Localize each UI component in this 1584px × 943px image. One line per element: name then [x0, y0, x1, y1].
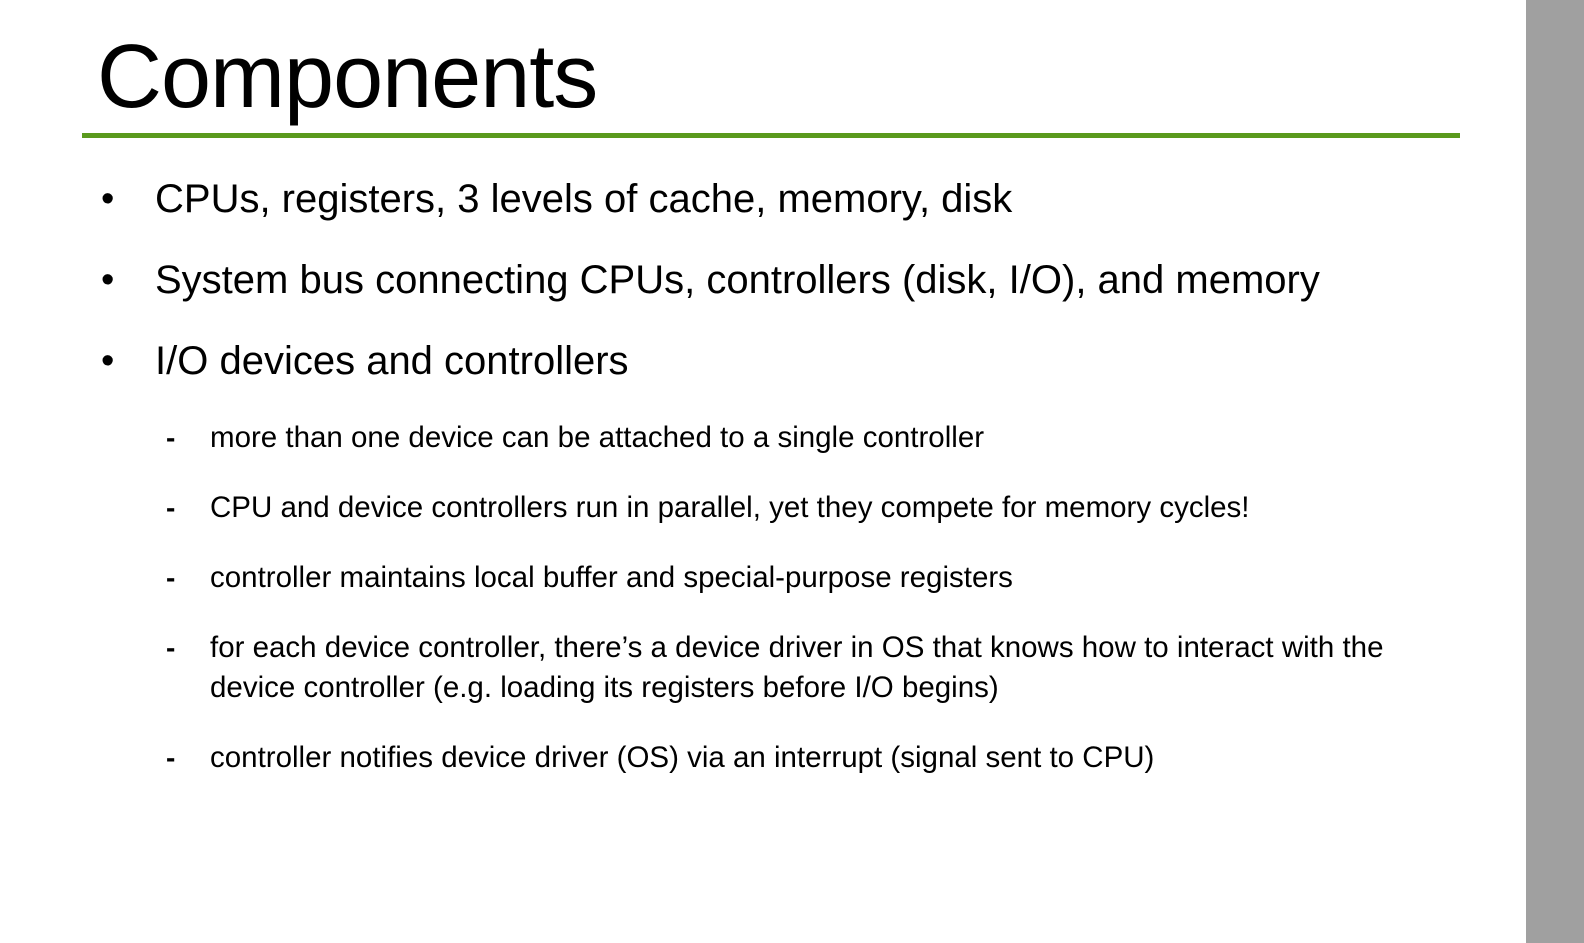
- sub-bullet-marker: -: [166, 742, 176, 773]
- slide-title: Components: [97, 27, 598, 127]
- bullet-item: • System bus connecting CPUs, controller…: [0, 255, 1460, 305]
- slide: Components • CPUs, registers, 3 levels o…: [0, 0, 1526, 943]
- bullet-text: System bus connecting CPUs, controllers …: [155, 258, 1320, 302]
- bullet-text: CPUs, registers, 3 levels of cache, memo…: [155, 177, 1013, 221]
- sub-bullet-text: more than one device can be attached to …: [210, 421, 985, 454]
- window-side-bar: [1526, 0, 1584, 943]
- bullet-item: • CPUs, registers, 3 levels of cache, me…: [0, 174, 1460, 224]
- bullet-marker: •: [101, 340, 115, 382]
- bullet-item: • I/O devices and controllers: [0, 336, 1460, 386]
- sub-bullet-marker: -: [166, 632, 176, 663]
- sub-bullet-marker: -: [166, 422, 176, 453]
- title-underline: [82, 133, 1460, 138]
- bullet-marker: •: [101, 178, 115, 220]
- sub-bullet-text: for each device controller, there’s a de…: [210, 631, 1384, 704]
- sub-bullet-text: CPU and device controllers run in parall…: [210, 491, 1250, 524]
- bullet-text: I/O devices and controllers: [155, 339, 629, 383]
- sub-bullet-marker: -: [166, 562, 176, 593]
- sub-bullet-marker: -: [166, 492, 176, 523]
- sub-bullet-text: controller notifies device driver (OS) v…: [210, 741, 1155, 774]
- bullet-marker: •: [101, 259, 115, 301]
- sub-bullet-text: controller maintains local buffer and sp…: [210, 561, 1013, 594]
